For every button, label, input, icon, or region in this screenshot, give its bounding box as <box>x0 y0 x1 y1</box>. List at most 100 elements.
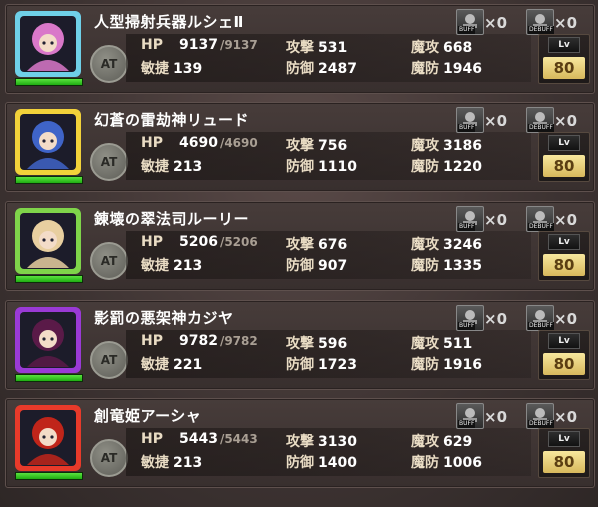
portrait-art <box>20 312 76 368</box>
unit-card[interactable]: 幻蒼の雷劫神リュード AT HP 4690/4690 敏捷 213 攻撃 756 防御 1110 魔… <box>5 102 595 192</box>
buff-indicator[interactable]: BUFF ×0 <box>456 9 518 35</box>
stat-atk-label: 攻撃 <box>286 237 314 253</box>
buff-tag: BUFF <box>458 223 476 231</box>
stat-def: 防御 1400 <box>286 452 357 472</box>
level-box: Lv 80 <box>538 34 590 84</box>
unit-portrait[interactable] <box>15 11 81 77</box>
debuff-icon: DEBUFF <box>526 9 554 35</box>
stat-def-value: 2487 <box>318 61 357 77</box>
unit-portrait[interactable] <box>15 208 81 274</box>
debuff-count: ×0 <box>554 14 578 32</box>
hp-gauge-fill <box>16 177 82 183</box>
level-value: 80 <box>543 254 585 276</box>
unit-card[interactable]: 人型掃射兵器ルシェⅡ AT HP 9137/9137 敏捷 139 攻撃 531 防御 2487 魔… <box>5 4 595 94</box>
stat-agi: 敏捷 213 <box>141 452 202 472</box>
auto-target-button[interactable]: AT <box>90 341 128 379</box>
stat-atk: 攻撃 596 <box>286 333 347 353</box>
unit-card[interactable]: 創竜姫アーシャ AT HP 5443/5443 敏捷 213 攻撃 3130 防御 1400 魔攻 6… <box>5 398 595 488</box>
stat-matk-label: 魔攻 <box>411 40 439 56</box>
debuff-icon: DEBUFF <box>526 403 554 429</box>
unit-name: 人型掃射兵器ルシェⅡ <box>94 13 244 31</box>
auto-target-button[interactable]: AT <box>90 143 128 181</box>
unit-portrait[interactable] <box>15 307 81 373</box>
debuff-indicator[interactable]: DEBUFF ×0 <box>526 9 588 35</box>
stat-agi-value: 213 <box>173 455 203 471</box>
debuff-indicator[interactable]: DEBUFF ×0 <box>526 305 588 331</box>
unit-card[interactable]: 影罰の悪架神カジヤ AT HP 9782/9782 敏捷 221 攻撃 596 防御 1723 魔攻… <box>5 300 595 390</box>
unit-name: 影罰の悪架神カジヤ <box>94 309 234 327</box>
stat-atk: 攻撃 756 <box>286 135 347 155</box>
stat-agi-label: 敏捷 <box>141 258 169 274</box>
stat-matk: 魔攻 629 <box>411 431 472 451</box>
buff-indicator[interactable]: BUFF ×0 <box>456 206 518 232</box>
stats-panel: HP 9782/9782 敏捷 221 攻撃 596 防御 1723 魔攻 511 魔防 1916 <box>126 330 531 378</box>
stat-agi-value: 221 <box>173 357 203 373</box>
stat-hp-label: HP <box>141 37 163 53</box>
debuff-count: ×0 <box>554 112 578 130</box>
stat-mdef: 魔防 1335 <box>411 255 482 275</box>
debuff-indicator[interactable]: DEBUFF ×0 <box>526 107 588 133</box>
debuff-tag: DEBUFF <box>528 223 554 231</box>
auto-target-button[interactable]: AT <box>90 242 128 280</box>
buff-count: ×0 <box>484 14 508 32</box>
portrait-art <box>20 410 76 466</box>
stat-atk-value: 756 <box>318 138 348 154</box>
buff-count: ×0 <box>484 310 508 328</box>
stat-def-label: 防御 <box>286 357 314 373</box>
debuff-count: ×0 <box>554 211 578 229</box>
level-box: Lv 80 <box>538 330 590 380</box>
hp-gauge-fill <box>16 375 82 381</box>
stat-matk: 魔攻 3186 <box>411 135 482 155</box>
stat-matk: 魔攻 3246 <box>411 234 482 254</box>
stat-hp-max: /4690 <box>219 136 258 150</box>
level-value: 80 <box>543 353 585 375</box>
unit-name: 幻蒼の雷劫神リュード <box>94 111 250 129</box>
unit-name: 錬壊の翠法司ルーリー <box>94 210 250 228</box>
stats-panel: HP 4690/4690 敏捷 213 攻撃 756 防御 1110 魔攻 3186 魔防 1220 <box>126 132 531 180</box>
auto-target-button[interactable]: AT <box>90 45 128 83</box>
stat-agi: 敏捷 213 <box>141 156 202 176</box>
hp-gauge <box>15 472 83 480</box>
stat-agi-label: 敏捷 <box>141 455 169 471</box>
stat-matk-label: 魔攻 <box>411 138 439 154</box>
stat-mdef: 魔防 1946 <box>411 58 482 78</box>
stat-hp-max: /5206 <box>219 235 258 249</box>
stat-matk: 魔攻 511 <box>411 333 472 353</box>
hp-gauge <box>15 78 83 86</box>
stat-hp-value: 9782 <box>178 333 218 349</box>
unit-portrait[interactable] <box>15 109 81 175</box>
buff-count: ×0 <box>484 112 508 130</box>
stat-atk: 攻撃 3130 <box>286 431 357 451</box>
unit-portrait[interactable] <box>15 405 81 471</box>
stat-hp-max: /9137 <box>219 38 258 52</box>
stat-matk-label: 魔攻 <box>411 434 439 450</box>
stat-agi: 敏捷 221 <box>141 354 202 374</box>
stat-matk: 魔攻 668 <box>411 37 472 57</box>
buff-icon: BUFF <box>456 305 484 331</box>
stat-def-label: 防御 <box>286 159 314 175</box>
stat-mdef-label: 魔防 <box>411 357 439 373</box>
buff-tag: BUFF <box>458 420 476 428</box>
stat-hp: HP 9782/9782 <box>141 333 258 349</box>
level-box: Lv 80 <box>538 132 590 182</box>
stat-atk-value: 531 <box>318 40 348 56</box>
stat-def: 防御 1110 <box>286 156 357 176</box>
buff-indicator[interactable]: BUFF ×0 <box>456 403 518 429</box>
stat-matk-value: 511 <box>443 336 473 352</box>
auto-target-button[interactable]: AT <box>90 439 128 477</box>
stat-def-label: 防御 <box>286 61 314 77</box>
debuff-indicator[interactable]: DEBUFF ×0 <box>526 403 588 429</box>
stat-matk-label: 魔攻 <box>411 336 439 352</box>
stat-atk-label: 攻撃 <box>286 138 314 154</box>
stat-matk-value: 3186 <box>443 138 482 154</box>
stat-agi-value: 213 <box>173 159 203 175</box>
buff-indicator[interactable]: BUFF ×0 <box>456 107 518 133</box>
debuff-indicator[interactable]: DEBUFF ×0 <box>526 206 588 232</box>
debuff-icon: DEBUFF <box>526 305 554 331</box>
stat-def-label: 防御 <box>286 455 314 471</box>
buff-indicator[interactable]: BUFF ×0 <box>456 305 518 331</box>
stat-def-label: 防御 <box>286 258 314 274</box>
stat-agi: 敏捷 139 <box>141 58 202 78</box>
stat-mdef-value: 1220 <box>443 159 482 175</box>
unit-card[interactable]: 錬壊の翠法司ルーリー AT HP 5206/5206 敏捷 213 攻撃 676 防御 907 魔攻… <box>5 201 595 291</box>
